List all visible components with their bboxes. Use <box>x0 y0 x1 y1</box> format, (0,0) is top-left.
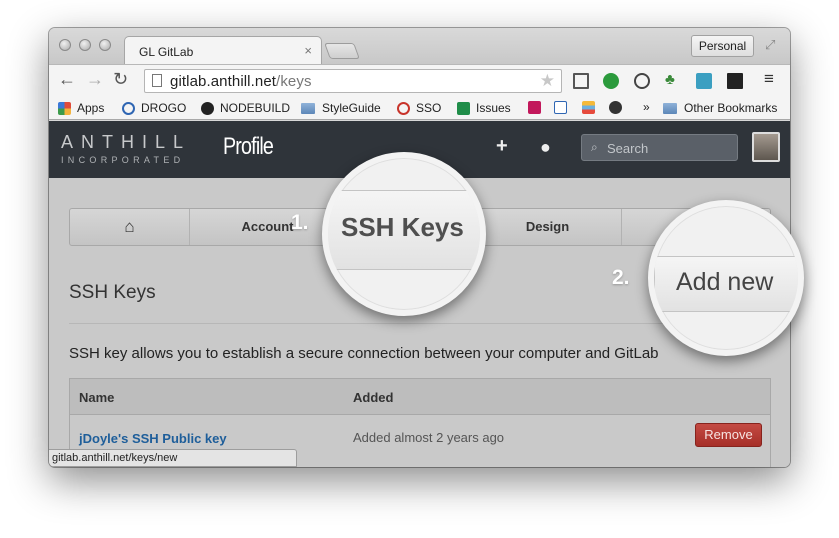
b-bookmark-icon[interactable] <box>554 101 567 114</box>
remove-button[interactable]: Remove <box>695 423 762 447</box>
folder-icon <box>663 102 677 114</box>
magnified-ssh-keys-tab[interactable]: SSH Keys <box>341 212 464 243</box>
bookmark-label: StyleGuide <box>322 101 381 115</box>
column-name: Name <box>79 390 115 405</box>
page-section-title: Profile <box>223 133 274 160</box>
search-placeholder: Search <box>607 141 649 156</box>
tab-title: GL GitLab <box>139 45 194 59</box>
status-bar-url: gitlab.anthill.net/keys/new <box>49 449 297 467</box>
bookmark-label: Other Bookmarks <box>684 101 778 115</box>
browser-tab[interactable]: GL GitLab × <box>124 36 322 64</box>
nav-home-icon[interactable]: ⌂ <box>70 209 190 245</box>
bookmark-styleguide[interactable]: StyleGuide <box>301 101 381 115</box>
user-icon[interactable]: ● <box>540 137 551 158</box>
column-added: Added <box>353 390 394 405</box>
extension-square-icon[interactable] <box>573 73 589 89</box>
profile-button[interactable]: Personal <box>691 35 754 57</box>
cloud-icon <box>122 101 135 115</box>
search-input[interactable]: ⌕ Search <box>581 134 738 161</box>
folder-icon <box>301 102 315 114</box>
bookmark-star-icon[interactable]: ★ <box>540 71 555 91</box>
add-new-button[interactable]: Add new <box>676 268 773 297</box>
node-icon <box>201 101 214 115</box>
phi-bookmark-icon[interactable] <box>609 101 622 114</box>
bookmarks-overflow-icon[interactable]: » <box>643 100 650 114</box>
play-icon[interactable] <box>696 73 712 89</box>
url-text: gitlab.anthill.net/keys <box>170 73 312 90</box>
forward-icon[interactable]: → <box>86 69 104 90</box>
menu-icon[interactable]: ≡ <box>764 69 774 89</box>
magnifier-add-new: Add new <box>648 200 804 356</box>
key-added-date: Added almost 2 years ago <box>353 430 505 445</box>
bookmarks-bar: Apps DROGO NODEBUILD StyleGuide SSO Issu… <box>49 96 790 120</box>
browser-toolbar: ← → ↻ gitlab.anthill.net/keys ★ ♣ ≡ <box>49 64 790 96</box>
bookmark-label: Issues <box>476 101 511 115</box>
nav-design[interactable]: Design <box>474 209 622 245</box>
keys-table-header: Name Added <box>69 378 771 414</box>
page-title: SSH Keys <box>69 282 156 303</box>
pink-bookmark-icon[interactable] <box>528 101 541 114</box>
apps-grid-icon <box>58 101 71 115</box>
tab-strip: GL GitLab × Personal ⤢ <box>49 28 790 64</box>
bookmark-label: NODEBUILD <box>220 101 291 115</box>
close-window-icon[interactable] <box>59 39 71 51</box>
sso-icon <box>397 101 410 115</box>
bookmark-other[interactable]: Other Bookmarks <box>663 101 777 115</box>
bookmark-apps[interactable]: Apps <box>58 101 104 115</box>
plus-icon[interactable]: + <box>496 135 508 158</box>
terminal-icon[interactable] <box>727 73 743 89</box>
info-icon[interactable] <box>634 73 650 89</box>
search-icon: ⌕ <box>591 140 598 154</box>
bookmark-issues[interactable]: Issues <box>457 101 511 115</box>
sheet-icon <box>457 101 470 115</box>
stack-bookmark-icon[interactable] <box>582 101 595 114</box>
new-tab-button[interactable] <box>324 43 360 59</box>
bookmark-label: SSO <box>416 101 442 115</box>
page-icon <box>152 74 162 87</box>
bookmark-sso[interactable]: SSO <box>397 101 441 115</box>
logo-wordmark[interactable]: ANTHILL <box>61 132 191 153</box>
step-two-label: 2. <box>612 266 630 289</box>
ssh-key-link[interactable]: jDoyle's SSH Public key <box>79 431 227 446</box>
bookmark-label: Apps <box>77 101 105 115</box>
magnifier-ssh-keys: SSH Keys <box>322 152 486 316</box>
tab-close-icon[interactable]: × <box>304 43 312 58</box>
tree-icon[interactable]: ♣ <box>665 71 675 88</box>
back-icon[interactable]: ← <box>58 69 76 90</box>
fullscreen-icon[interactable]: ⤢ <box>765 37 775 53</box>
step-one-label: 1. <box>291 211 309 234</box>
bookmark-nodebuild[interactable]: NODEBUILD <box>201 101 290 115</box>
bookmark-drogo[interactable]: DROGO <box>122 101 186 115</box>
bookmark-label: DROGO <box>141 101 187 115</box>
logo-subtitle: INCORPORATED <box>61 155 185 165</box>
address-bar[interactable]: gitlab.anthill.net/keys ★ <box>144 69 562 93</box>
minimize-window-icon[interactable] <box>79 39 91 51</box>
hangouts-icon[interactable] <box>603 73 619 89</box>
zoom-window-icon[interactable] <box>99 39 111 51</box>
reload-icon[interactable]: ↻ <box>113 69 128 90</box>
ssh-description: SSH key allows you to establish a secure… <box>69 345 659 362</box>
avatar[interactable] <box>752 132 780 162</box>
